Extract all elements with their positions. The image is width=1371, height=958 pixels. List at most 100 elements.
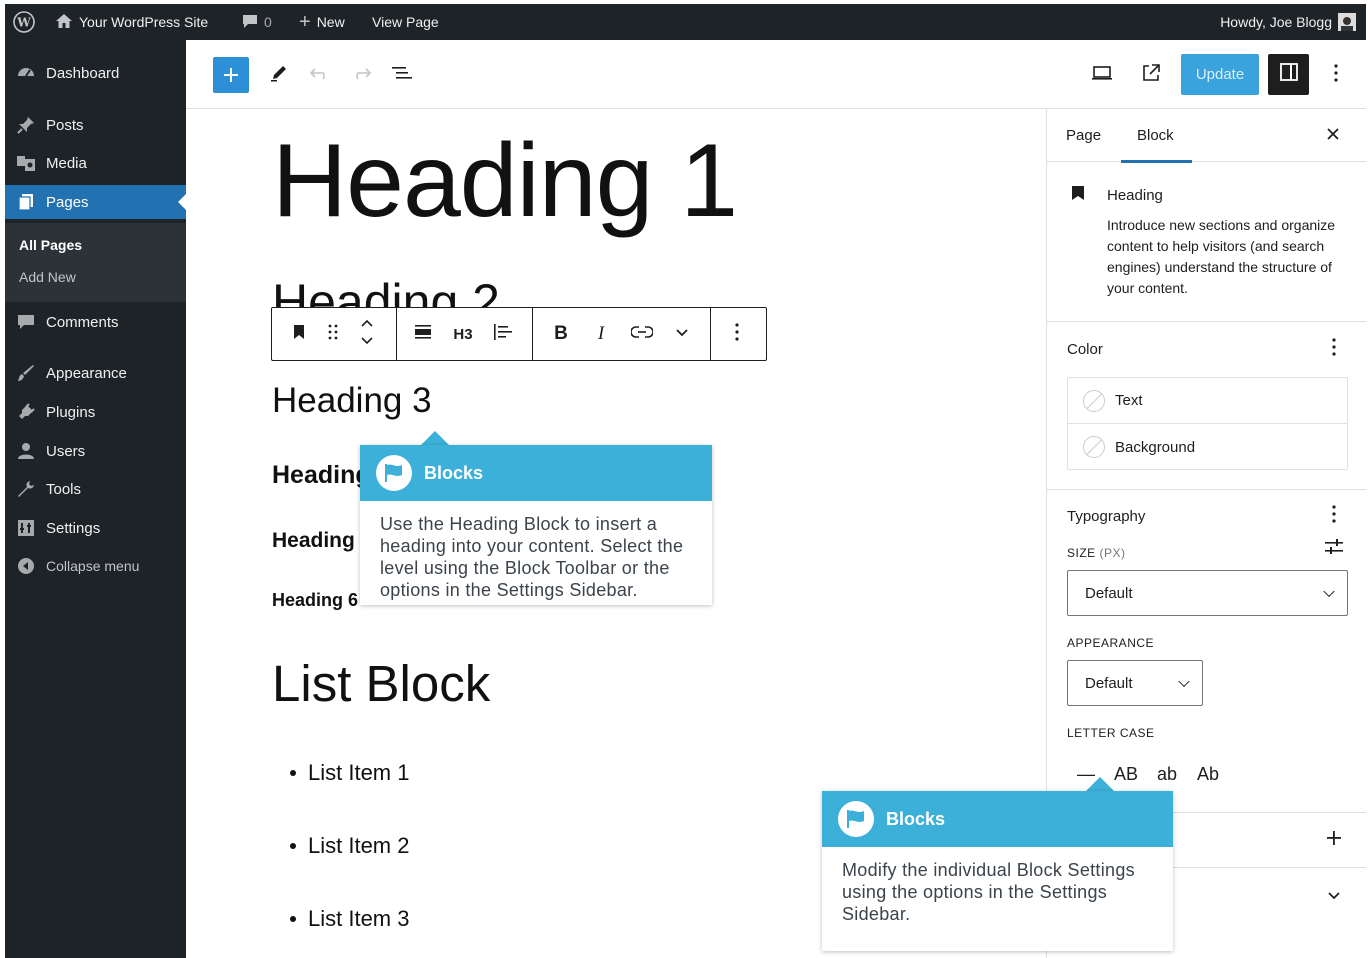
- chevron-down-icon: [675, 325, 689, 343]
- heading-level-button[interactable]: H3: [448, 308, 478, 360]
- sidebar-item-comments[interactable]: Comments: [5, 305, 186, 339]
- panel-divider: [1047, 321, 1366, 322]
- sidebar-label-posts: Posts: [46, 116, 84, 134]
- settings-toggle-button[interactable]: [1268, 54, 1309, 95]
- font-size-value: Default: [1085, 584, 1133, 602]
- typography-panel-title: Typography: [1067, 508, 1146, 525]
- sidebar-label-settings: Settings: [46, 519, 101, 537]
- heading-3-block[interactable]: Heading 3: [272, 381, 432, 421]
- view-post-button[interactable]: [1138, 62, 1164, 88]
- text-align-button[interactable]: [490, 308, 516, 360]
- block-options-button[interactable]: [724, 308, 750, 360]
- close-settings-button[interactable]: [1323, 125, 1343, 145]
- heading-2-block[interactable]: Heading 2: [272, 277, 572, 311]
- font-size-select[interactable]: Default: [1067, 570, 1348, 616]
- size-label-text: SIZE: [1067, 546, 1096, 560]
- sidebar-panel-icon: [1279, 62, 1299, 87]
- heading-1-block[interactable]: Heading 1: [272, 129, 738, 233]
- link-button[interactable]: [628, 308, 656, 360]
- block-description: Introduce new sections and organize cont…: [1107, 217, 1336, 296]
- wordpress-editor: W Your WordPress Site 0 + New View Page …: [5, 4, 1366, 958]
- more-formats-button[interactable]: [670, 308, 694, 360]
- sidebar-item-dashboard[interactable]: Dashboard: [5, 56, 186, 90]
- collapse-icon: [16, 556, 36, 576]
- empty-swatch-icon: [1083, 436, 1105, 458]
- block-type-button[interactable]: [286, 308, 312, 360]
- pages-submenu: All Pages Add New: [5, 223, 186, 302]
- toolbar-divider: [532, 308, 533, 360]
- kebab-icon: [1332, 337, 1336, 361]
- list-item[interactable]: List Item 2: [289, 833, 409, 859]
- account-menu[interactable]: Howdy, Joe Blogg: [1220, 4, 1356, 40]
- heading-6-block[interactable]: Heading 6: [272, 590, 358, 611]
- letter-case-lowercase-button[interactable]: ab: [1157, 764, 1177, 785]
- appearance-select[interactable]: Default: [1067, 660, 1203, 706]
- plus-icon: [224, 68, 238, 82]
- sidebar-item-posts[interactable]: Posts: [5, 108, 186, 142]
- flag-icon: [376, 455, 412, 491]
- expand-panel-button[interactable]: [1324, 830, 1344, 850]
- preview-button[interactable]: [1089, 62, 1115, 88]
- tab-page[interactable]: Page: [1066, 109, 1101, 162]
- sidebar-item-plugins[interactable]: Plugins: [5, 395, 186, 429]
- submenu-add-new[interactable]: Add New: [19, 269, 76, 285]
- background-color-option[interactable]: Background: [1068, 424, 1347, 470]
- comments-count: 0: [264, 14, 272, 30]
- redo-icon: [351, 65, 372, 86]
- sidebar-item-media[interactable]: Media: [5, 146, 186, 180]
- view-page-link[interactable]: View Page: [372, 4, 439, 40]
- sidebar-label-tools: Tools: [46, 480, 82, 498]
- redo-button[interactable]: [348, 62, 374, 88]
- sidebar-item-settings[interactable]: Settings: [5, 511, 186, 545]
- new-content-link[interactable]: + New: [299, 4, 345, 40]
- custom-size-button[interactable]: [1324, 538, 1344, 559]
- tab-block[interactable]: Block: [1121, 109, 1192, 163]
- comments-link[interactable]: 0: [242, 4, 272, 40]
- svg-text:W: W: [16, 16, 31, 30]
- site-name-link[interactable]: Your WordPress Site: [55, 4, 208, 40]
- letter-case-capitalize-button[interactable]: Ab: [1197, 764, 1219, 785]
- color-options-button[interactable]: [1324, 337, 1344, 361]
- sidebar-item-appearance[interactable]: Appearance: [5, 356, 186, 390]
- sidebar-item-pages[interactable]: Pages: [5, 185, 186, 219]
- plug-icon: [16, 402, 36, 422]
- align-button[interactable]: [410, 308, 436, 360]
- update-button[interactable]: Update: [1181, 54, 1259, 95]
- undo-button[interactable]: [307, 62, 333, 88]
- list-heading-block[interactable]: List Block: [272, 654, 490, 713]
- list-item[interactable]: List Item 3: [289, 906, 409, 932]
- tooltip-header: Blocks: [822, 791, 1173, 847]
- letter-case-uppercase-button[interactable]: AB: [1114, 764, 1138, 785]
- collapse-panel-button[interactable]: [1324, 885, 1344, 905]
- text-color-option[interactable]: Text: [1068, 378, 1347, 424]
- sidebar-item-users[interactable]: Users: [5, 434, 186, 468]
- view-page-label: View Page: [372, 14, 439, 30]
- sidebar-label-users: Users: [46, 442, 86, 460]
- submenu-all-pages[interactable]: All Pages: [19, 237, 82, 253]
- brush-icon: [16, 363, 36, 383]
- empty-swatch-icon: [1083, 389, 1105, 412]
- drag-handle[interactable]: [322, 308, 344, 360]
- background-color-label: Background: [1115, 438, 1196, 456]
- italic-button[interactable]: I: [588, 308, 614, 360]
- chevron-down-icon: [1323, 585, 1335, 598]
- dashboard-icon: [16, 63, 36, 83]
- text-color-label: Text: [1115, 392, 1143, 409]
- heading-5-block[interactable]: Heading 5: [272, 529, 372, 553]
- tools-button[interactable]: [266, 62, 292, 88]
- options-button[interactable]: [1326, 62, 1346, 88]
- typography-options-button[interactable]: [1324, 504, 1344, 526]
- bold-button[interactable]: B: [548, 308, 574, 360]
- letter-case-label: LETTER CASE: [1067, 726, 1155, 740]
- collapse-menu-button[interactable]: Collapse menu: [5, 549, 186, 583]
- editor-toolbar: Update: [186, 40, 1366, 109]
- align-left-icon: [493, 323, 513, 346]
- move-up-down-buttons[interactable]: [356, 308, 378, 360]
- admin-bar: W Your WordPress Site 0 + New View Page …: [5, 4, 1366, 40]
- list-item[interactable]: List Item 1: [289, 760, 409, 786]
- list-view-button[interactable]: [389, 62, 415, 88]
- tooltip-title: Blocks: [424, 462, 484, 483]
- add-block-button[interactable]: [213, 57, 249, 93]
- sidebar-item-tools[interactable]: Tools: [5, 472, 186, 506]
- wordpress-logo-icon[interactable]: W: [13, 4, 35, 40]
